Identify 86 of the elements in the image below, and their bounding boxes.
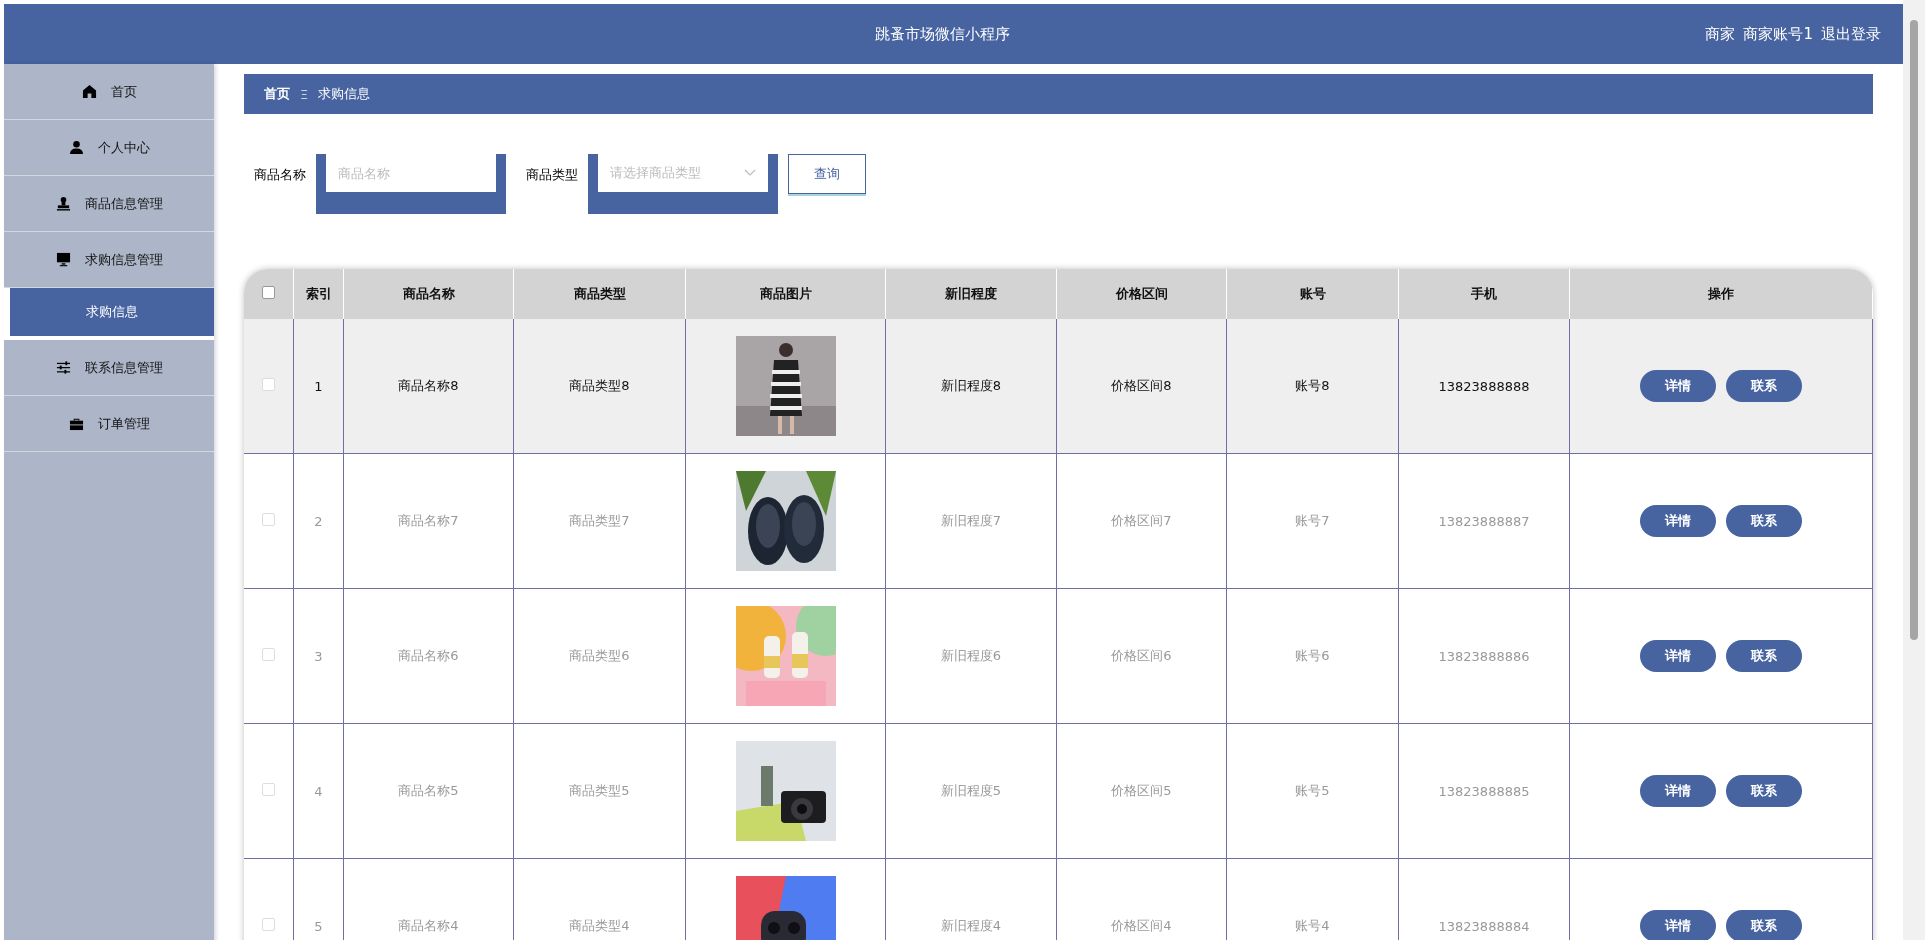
user-icon <box>68 140 84 155</box>
sidebar-item[interactable]: 订单管理 <box>4 396 214 452</box>
sliders-icon <box>55 360 71 375</box>
table-cell: 商品名称5 <box>398 783 459 798</box>
chevron-down-icon <box>744 169 756 177</box>
sidebar-item[interactable]: 首页 <box>4 64 214 120</box>
logout-link[interactable]: 退出登录 <box>1821 24 1881 44</box>
app-title: 跳蚤市场微信小程序 <box>875 24 1010 44</box>
table-cell: 13823888887 <box>1438 513 1530 529</box>
table-cell: 新旧程度5 <box>940 783 1002 798</box>
table-cell: 13823888888 <box>1438 378 1530 394</box>
contact-button[interactable]: 联系 <box>1726 640 1802 672</box>
table-cell: 13823888884 <box>1438 918 1530 934</box>
table-cell: 商品类型6 <box>569 648 630 663</box>
table-cell: 账号5 <box>1295 783 1330 798</box>
column-header: 索引 <box>294 269 344 319</box>
select-all-checkbox[interactable] <box>262 286 275 299</box>
row-checkbox[interactable] <box>262 378 275 391</box>
table-cell: 商品类型7 <box>569 513 630 528</box>
column-header: 商品图片 <box>686 269 886 319</box>
table-cell: 13823888885 <box>1438 783 1530 799</box>
column-header: 账号 <box>1227 269 1399 319</box>
details-button[interactable]: 详情 <box>1640 910 1716 940</box>
table-cell: 账号4 <box>1295 918 1330 933</box>
column-header: 手机 <box>1399 269 1570 319</box>
scrollbar-thumb[interactable] <box>1910 20 1918 640</box>
breadcrumb-current: 求购信息 <box>318 85 371 103</box>
table-cell: 价格区间7 <box>1111 513 1172 528</box>
row-checkbox[interactable] <box>262 783 275 796</box>
table-cell: 商品名称4 <box>398 918 459 933</box>
column-header: 商品类型 <box>514 269 686 319</box>
field-label: 商品名称 <box>254 166 306 184</box>
stamp-icon <box>55 196 71 211</box>
table-cell: 新旧程度7 <box>940 513 1002 528</box>
row-checkbox[interactable] <box>262 918 275 931</box>
scrollbar[interactable] <box>1903 0 1925 940</box>
monitor-icon <box>55 252 71 267</box>
sidebar-item[interactable]: 联系信息管理 <box>4 340 214 396</box>
table-cell: 新旧程度8 <box>940 378 1002 393</box>
contact-button[interactable]: 联系 <box>1726 505 1802 537</box>
row-checkbox[interactable] <box>262 648 275 661</box>
table-cell: 价格区间5 <box>1111 783 1172 798</box>
sidebar-subitem[interactable]: 求购信息 <box>4 288 214 340</box>
table-cell: 新旧程度4 <box>940 918 1002 933</box>
table-cell: 商品类型5 <box>569 783 630 798</box>
table-cell: 商品名称8 <box>398 378 459 393</box>
details-button[interactable]: 详情 <box>1640 505 1716 537</box>
table-cell: 商品类型8 <box>569 378 630 393</box>
table-cell: 账号7 <box>1295 513 1330 528</box>
table-cell: 2 <box>314 513 323 529</box>
table-cell: 价格区间8 <box>1111 378 1172 393</box>
field-label: 商品类型 <box>526 166 578 184</box>
table-cell: 新旧程度6 <box>940 648 1002 663</box>
table-cell: 商品类型4 <box>569 918 630 933</box>
table-cell: 13823888886 <box>1438 648 1530 664</box>
contact-button[interactable]: 联系 <box>1726 775 1802 807</box>
briefcase-icon <box>68 416 84 431</box>
sidebar-item[interactable]: 商品信息管理 <box>4 176 214 232</box>
table-cell: 价格区间4 <box>1111 918 1172 933</box>
contact-button[interactable]: 联系 <box>1726 370 1802 402</box>
name-field[interactable]: 商品名称 <box>316 154 506 214</box>
breadcrumb-separator: Ξ <box>300 86 309 102</box>
search-button[interactable]: 查询 <box>788 154 866 194</box>
column-header: 新旧程度 <box>886 269 1057 319</box>
table-cell: 价格区间6 <box>1111 648 1172 663</box>
table-cell: 账号8 <box>1295 378 1330 393</box>
contact-button[interactable]: 联系 <box>1726 910 1802 940</box>
row-checkbox[interactable] <box>262 513 275 526</box>
details-button[interactable]: 详情 <box>1640 640 1716 672</box>
table-cell: 商品名称7 <box>398 513 459 528</box>
breadcrumb-home[interactable]: 首页 <box>264 85 290 103</box>
table-cell: 1 <box>314 378 323 394</box>
details-button[interactable]: 详情 <box>1640 370 1716 402</box>
column-header: 商品名称 <box>344 269 514 319</box>
username: 商家账号1 <box>1743 24 1813 44</box>
column-header: 操作 <box>1570 269 1873 319</box>
home-icon <box>81 84 97 99</box>
column-header: 价格区间 <box>1057 269 1227 319</box>
table-cell: 账号6 <box>1295 648 1330 663</box>
details-button[interactable]: 详情 <box>1640 775 1716 807</box>
table-cell: 4 <box>314 783 323 799</box>
table-cell: 5 <box>314 918 323 934</box>
table-cell: 3 <box>314 648 323 664</box>
table-cell: 商品名称6 <box>398 648 459 663</box>
sidebar-item[interactable]: 个人中心 <box>4 120 214 176</box>
user-role: 商家 <box>1705 24 1736 44</box>
